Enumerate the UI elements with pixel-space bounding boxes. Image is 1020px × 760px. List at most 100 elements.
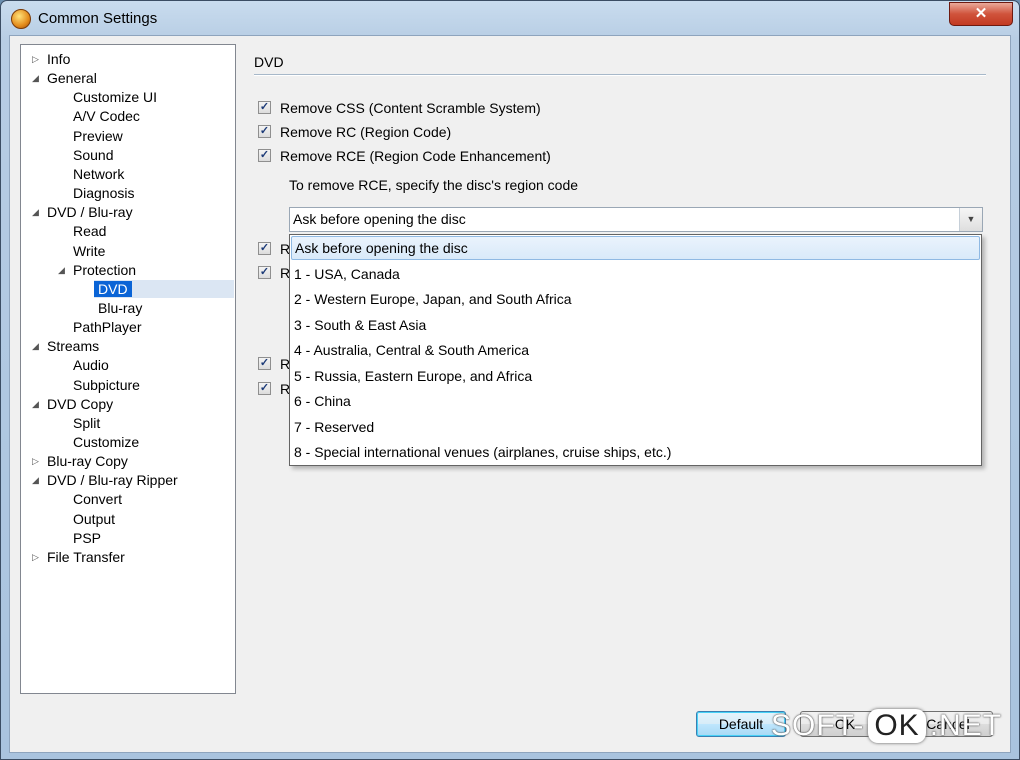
- tree-item[interactable]: ▷ File Transfer: [32, 548, 125, 566]
- region-code-dropdown-list[interactable]: Ask before opening the disc 1 - USA, Cana…: [289, 234, 982, 466]
- checkmark-icon[interactable]: ✓: [258, 382, 271, 395]
- watermark-left: SOFT-: [771, 709, 865, 742]
- section-title: DVD: [254, 54, 284, 70]
- region-option[interactable]: 5 - Russia, Eastern Europe, and Africa: [291, 364, 980, 388]
- tree-item[interactable]: PathPlayer: [73, 318, 141, 336]
- checkmark-icon[interactable]: ✓: [258, 266, 271, 279]
- region-option[interactable]: 2 - Western Europe, Japan, and South Afr…: [291, 287, 980, 311]
- expand-arrow-icon[interactable]: ▷: [32, 456, 42, 466]
- tree-item[interactable]: Output: [73, 510, 115, 528]
- checkbox-label: Remove CSS (Content Scramble System): [280, 100, 541, 116]
- tree-item-label: Customize: [73, 434, 140, 450]
- tree-item-label: Audio: [73, 357, 109, 374]
- tree-item-label: Sound: [73, 146, 114, 163]
- tree-item-label: DVD Copy: [47, 395, 114, 412]
- checkbox-label: Remove RCE (Region Code Enhancement): [280, 148, 551, 164]
- tree-item[interactable]: Read: [73, 222, 106, 240]
- checkmark-icon[interactable]: ✓: [258, 242, 271, 255]
- tree-item[interactable]: Audio: [73, 356, 109, 374]
- settings-tree[interactable]: ▷ Info ◢ General Customize UI A/V Codec Previe…: [20, 44, 236, 694]
- region-option[interactable]: 8 - Special international venues (airpla…: [291, 440, 980, 464]
- checkbox-label: Remove RC (Region Code): [280, 124, 452, 140]
- region-option[interactable]: 4 - Australia, Central & South America: [291, 338, 980, 362]
- tree-item[interactable]: ▷ Info: [32, 50, 71, 68]
- checkmark-icon[interactable]: ✓: [258, 357, 271, 370]
- region-option[interactable]: 6 - China: [291, 389, 980, 413]
- tree-item[interactable]: ▷ Blu-ray Copy: [32, 452, 128, 470]
- tree-item[interactable]: ◢ Streams: [32, 337, 100, 355]
- expand-arrow-icon[interactable]: ▷: [32, 54, 42, 64]
- tree-item-label: Blu-ray Copy: [47, 453, 128, 470]
- tree-item[interactable]: Diagnosis: [73, 184, 134, 202]
- tree-item[interactable]: Blu-ray: [98, 299, 142, 317]
- tree-item[interactable]: ◢ General: [32, 69, 97, 87]
- tree-item-label: Split: [73, 414, 101, 431]
- tree-item-label: Info: [47, 51, 71, 67]
- tree-item-label: Preview: [73, 127, 123, 144]
- tree-item-label: PSP: [73, 529, 102, 546]
- tree-item[interactable]: Network: [73, 165, 124, 183]
- tree-item-label: General: [47, 70, 97, 87]
- expand-arrow-icon[interactable]: ▷: [32, 552, 42, 562]
- tree-item-label: PathPlayer: [73, 319, 142, 336]
- tree-item[interactable]: ◢ DVD / Blu-ray: [32, 203, 133, 221]
- window-title: Common Settings: [38, 10, 158, 27]
- region-code-combobox[interactable]: Ask before opening the disc ▼: [289, 207, 983, 232]
- tree-item-label: Network: [73, 165, 125, 182]
- watermark-right: .NET: [929, 709, 1003, 742]
- rce-hint-text: To remove RCE, specify the disc's region…: [289, 177, 579, 193]
- dialog-client-area: ▷ Info ◢ General Customize UI A/V Codec Previe…: [9, 35, 1011, 753]
- checkmark-icon[interactable]: ✓: [258, 101, 271, 114]
- watermark: SOFT- OK .NET: [771, 709, 1002, 743]
- tree-item-label: Diagnosis: [73, 185, 135, 202]
- collapse-arrow-icon[interactable]: ◢: [32, 73, 42, 83]
- chevron-down-icon[interactable]: ▼: [959, 208, 982, 231]
- title-bar: Common Settings ✕: [1, 1, 1019, 35]
- app-icon: [11, 9, 31, 29]
- close-button[interactable]: ✕: [949, 2, 1013, 26]
- tree-item-label: DVD / Blu-ray Ripper: [47, 472, 178, 489]
- settings-window: Common Settings ✕ ▷ Info ◢ General Customize…: [0, 0, 1020, 760]
- collapse-arrow-icon[interactable]: ◢: [58, 265, 68, 275]
- region-option[interactable]: 1 - USA, Canada: [291, 262, 980, 286]
- collapse-arrow-icon[interactable]: ◢: [32, 399, 42, 409]
- tree-item-label: File Transfer: [47, 548, 125, 565]
- tree-item[interactable]: ◢ DVD Copy: [32, 395, 114, 413]
- tree-item[interactable]: Sound: [73, 146, 113, 164]
- checkmark-icon[interactable]: ✓: [258, 149, 271, 162]
- combo-selected-value: Ask before opening the disc: [293, 211, 466, 227]
- tree-item[interactable]: Convert: [73, 490, 122, 508]
- tree-item[interactable]: Preview: [73, 127, 123, 145]
- tree-item-label: Read: [73, 223, 107, 240]
- collapse-arrow-icon[interactable]: ◢: [32, 341, 42, 351]
- tree-item-label: Subpicture: [73, 376, 140, 393]
- tree-item[interactable]: ◢ Protection: [58, 261, 137, 279]
- collapse-arrow-icon[interactable]: ◢: [32, 207, 42, 217]
- tree-item-label: Streams: [47, 338, 100, 355]
- section-divider: [254, 74, 986, 76]
- region-option[interactable]: 3 - South & East Asia: [291, 313, 980, 337]
- tree-item[interactable]: Customize: [73, 433, 139, 451]
- tree-item[interactable]: Split: [73, 414, 100, 432]
- tree-item-label: Output: [73, 510, 116, 527]
- collapse-arrow-icon[interactable]: ◢: [32, 475, 42, 485]
- checkmark-icon[interactable]: ✓: [258, 125, 271, 138]
- tree-item-label: A/V Codec: [73, 108, 140, 125]
- region-option[interactable]: Ask before opening the disc: [291, 236, 980, 260]
- tree-item[interactable]: Write: [73, 242, 105, 260]
- tree-item-label: Protection: [73, 261, 137, 278]
- tree-item-label: Customize UI: [73, 89, 158, 106]
- tree-item[interactable]: Customize UI: [73, 88, 157, 106]
- tree-item[interactable]: PSP: [73, 529, 101, 547]
- tree-item[interactable]: ◢ DVD / Blu-ray Ripper: [32, 471, 178, 489]
- tree-item-label: Blu-ray: [98, 299, 143, 316]
- tree-item[interactable]: DVD: [94, 280, 132, 298]
- tree-item[interactable]: Subpicture: [73, 376, 140, 394]
- watermark-ok: OK: [868, 709, 926, 743]
- tree-item-label: DVD / Blu-ray: [47, 204, 133, 221]
- region-option[interactable]: 7 - Reserved: [291, 415, 980, 439]
- tree-item-label: Convert: [73, 491, 123, 508]
- tree-item[interactable]: A/V Codec: [73, 107, 140, 125]
- tree-item-label: Write: [73, 242, 106, 259]
- tree-item-label: DVD: [94, 280, 132, 297]
